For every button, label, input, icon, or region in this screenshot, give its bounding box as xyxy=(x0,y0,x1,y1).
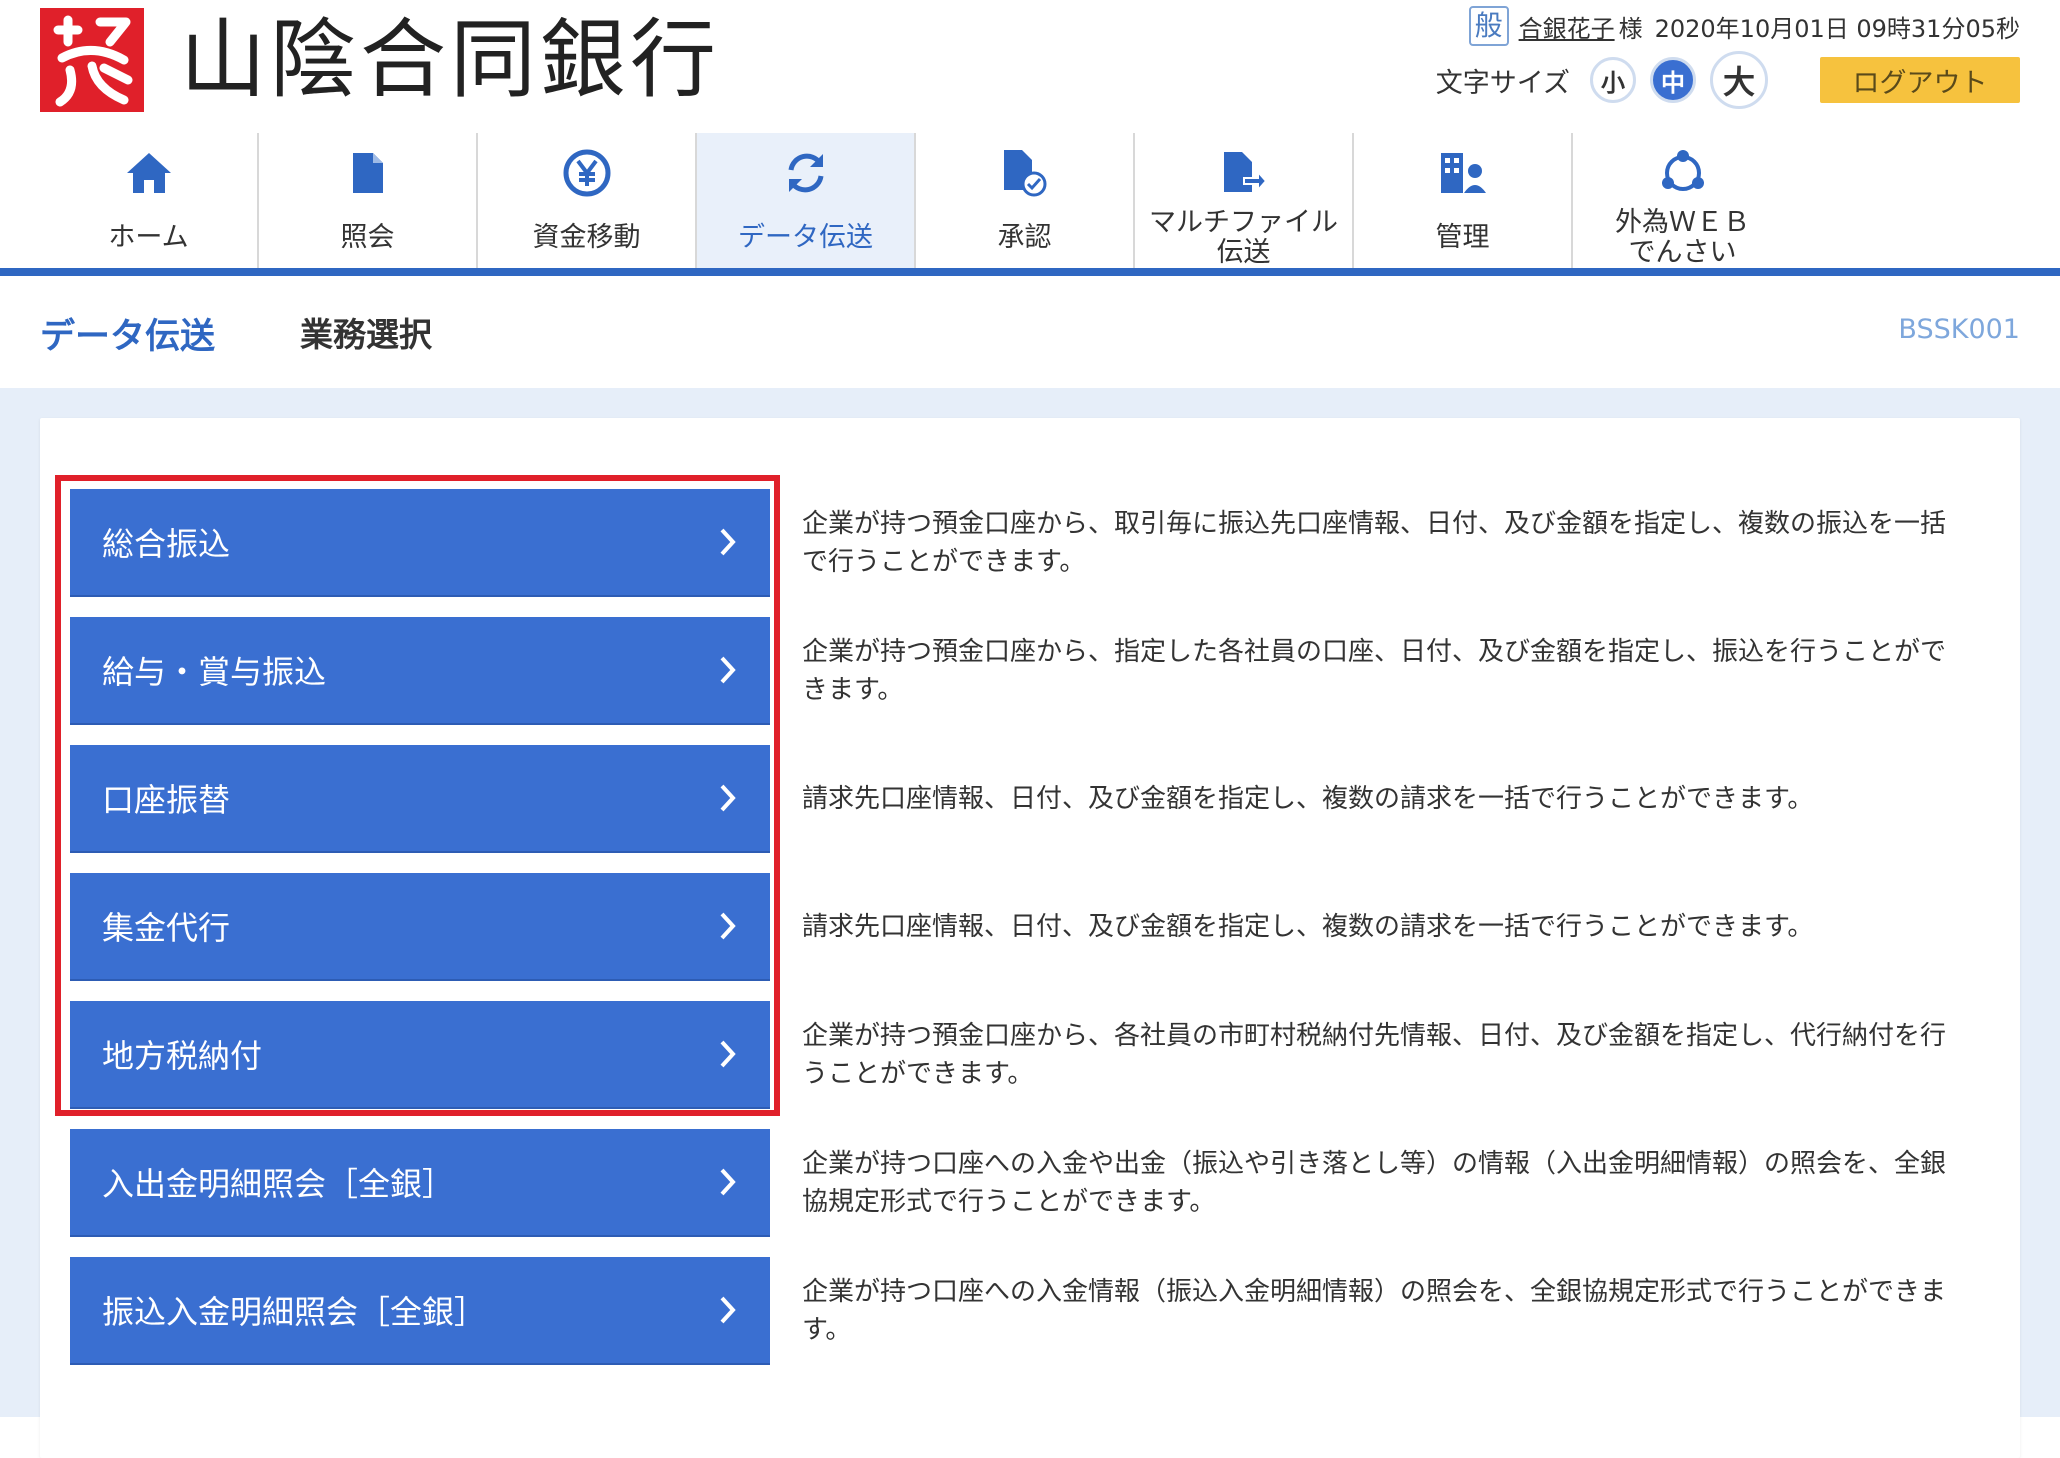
nav-fund-transfer[interactable]: 資金移動 xyxy=(478,133,697,268)
page-subtitle: 業務選択 xyxy=(300,315,432,354)
user-info: 般 合銀花子 様 2020年10月01日 09時31分05秒 xyxy=(1468,6,2020,46)
nav-home[interactable]: ホーム xyxy=(40,133,259,268)
screen-id: BSSK001 xyxy=(1898,314,2020,345)
menu-button-furikomi-nyukin-meisai[interactable]: 振込入金明細照会［全銀］ xyxy=(70,1257,770,1365)
chevron-right-icon xyxy=(720,1168,736,1196)
menu-description: 請求先口座情報、日付、及び金額を指定し、複数の請求を一括で行うことができます。 xyxy=(802,784,1814,814)
yen-transfer-icon xyxy=(562,141,612,204)
bank-logo-icon xyxy=(40,8,144,112)
home-icon xyxy=(125,141,173,204)
network-icon xyxy=(1659,141,1707,204)
nav-forex-densai[interactable]: 外為ＷＥＢ でんさい xyxy=(1573,133,1792,268)
main-nav: ホーム 照会 資金移動 データ伝送 承認 マルチファイル 伝送 管理 外為ＷＥＢ… xyxy=(40,133,1792,268)
menu-label: 振込入金明細照会［全銀］ xyxy=(102,1293,487,1331)
nav-approval[interactable]: 承認 xyxy=(916,133,1135,268)
nav-label-multi-file-transfer: マルチファイル 伝送 xyxy=(1149,207,1338,268)
document-icon xyxy=(351,141,385,204)
nav-label-home: ホーム xyxy=(108,222,189,254)
menu-label: 入出金明細照会［全銀］ xyxy=(102,1165,455,1203)
menu-description: 企業が持つ口座への入金情報（振込入金明細情報）の照会を、全銀協規定形式で行うこと… xyxy=(802,1277,1947,1345)
menu-row-nyushukkin-meisai: 入出金明細照会［全銀］ 企業が持つ口座への入金や出金（振込や引き落とし等）の情報… xyxy=(70,1129,1970,1237)
menu-description: 企業が持つ預金口座から、指定した各社員の口座、日付、及び金額を指定し、振込を行う… xyxy=(802,637,1947,705)
menu-description: 請求先口座情報、日付、及び金額を指定し、複数の請求を一括で行うことができます。 xyxy=(802,912,1814,942)
menu-description: 企業が持つ預金口座から、取引毎に振込先口座情報、日付、及び金額を指定し、複数の振… xyxy=(802,509,1947,577)
user-type-badge: 般 xyxy=(1468,6,1509,46)
nav-multi-file-transfer[interactable]: マルチファイル 伝送 xyxy=(1135,133,1354,268)
menu-description: 企業が持つ口座への入金や出金（振込や引き落とし等）の情報（入出金明細情報）の照会… xyxy=(802,1149,1947,1217)
user-name-link[interactable]: 合銀花子 xyxy=(1519,9,1615,44)
font-size-label: 文字サイズ xyxy=(1435,67,1570,99)
sync-icon xyxy=(783,141,829,204)
font-size-medium-button[interactable]: 中 xyxy=(1650,57,1696,103)
nav-label-approval: 承認 xyxy=(997,222,1052,254)
page-title-bar: データ伝送 業務選択 BSSK001 xyxy=(0,276,2060,388)
chevron-right-icon xyxy=(720,1296,736,1324)
header: 山陰合同銀行 般 合銀花子 様 2020年10月01日 09時31分05秒 文字… xyxy=(0,0,2060,130)
menu-button-nyushukkin-meisai[interactable]: 入出金明細照会［全銀］ xyxy=(70,1129,770,1237)
admin-icon xyxy=(1439,141,1487,204)
login-datetime: 2020年10月01日 09時31分05秒 xyxy=(1654,14,2020,43)
nav-underline xyxy=(0,268,2060,276)
nav-label-forex-densai: 外為ＷＥＢ でんさい xyxy=(1615,207,1750,268)
nav-inquiry[interactable]: 照会 xyxy=(259,133,478,268)
nav-data-transfer[interactable]: データ伝送 xyxy=(697,133,916,268)
user-honorific: 様 xyxy=(1618,14,1643,43)
bank-name: 山陰合同銀行 xyxy=(180,10,720,110)
nav-admin[interactable]: 管理 xyxy=(1354,133,1573,268)
page-title: データ伝送 xyxy=(40,317,216,357)
document-check-icon xyxy=(1002,141,1048,204)
logout-button[interactable]: ログアウト xyxy=(1820,57,2020,103)
nav-label-data-transfer: データ伝送 xyxy=(738,222,873,254)
header-controls: 文字サイズ 小 中 大 ログアウト xyxy=(1435,51,2020,109)
file-send-icon xyxy=(1222,141,1266,204)
nav-label-fund-transfer: 資金移動 xyxy=(532,222,641,254)
nav-label-inquiry: 照会 xyxy=(340,222,395,254)
font-size-large-button[interactable]: 大 xyxy=(1710,51,1768,109)
nav-label-admin: 管理 xyxy=(1435,222,1490,254)
font-size-small-button[interactable]: 小 xyxy=(1590,57,1636,103)
menu-description: 企業が持つ預金口座から、各社員の市町村税納付先情報、日付、及び金額を指定し、代行… xyxy=(802,1021,1947,1089)
menu-row-furikomi-nyukin-meisai: 振込入金明細照会［全銀］ 企業が持つ口座への入金情報（振込入金明細情報）の照会を… xyxy=(70,1257,1970,1365)
highlight-frame xyxy=(55,475,780,1116)
